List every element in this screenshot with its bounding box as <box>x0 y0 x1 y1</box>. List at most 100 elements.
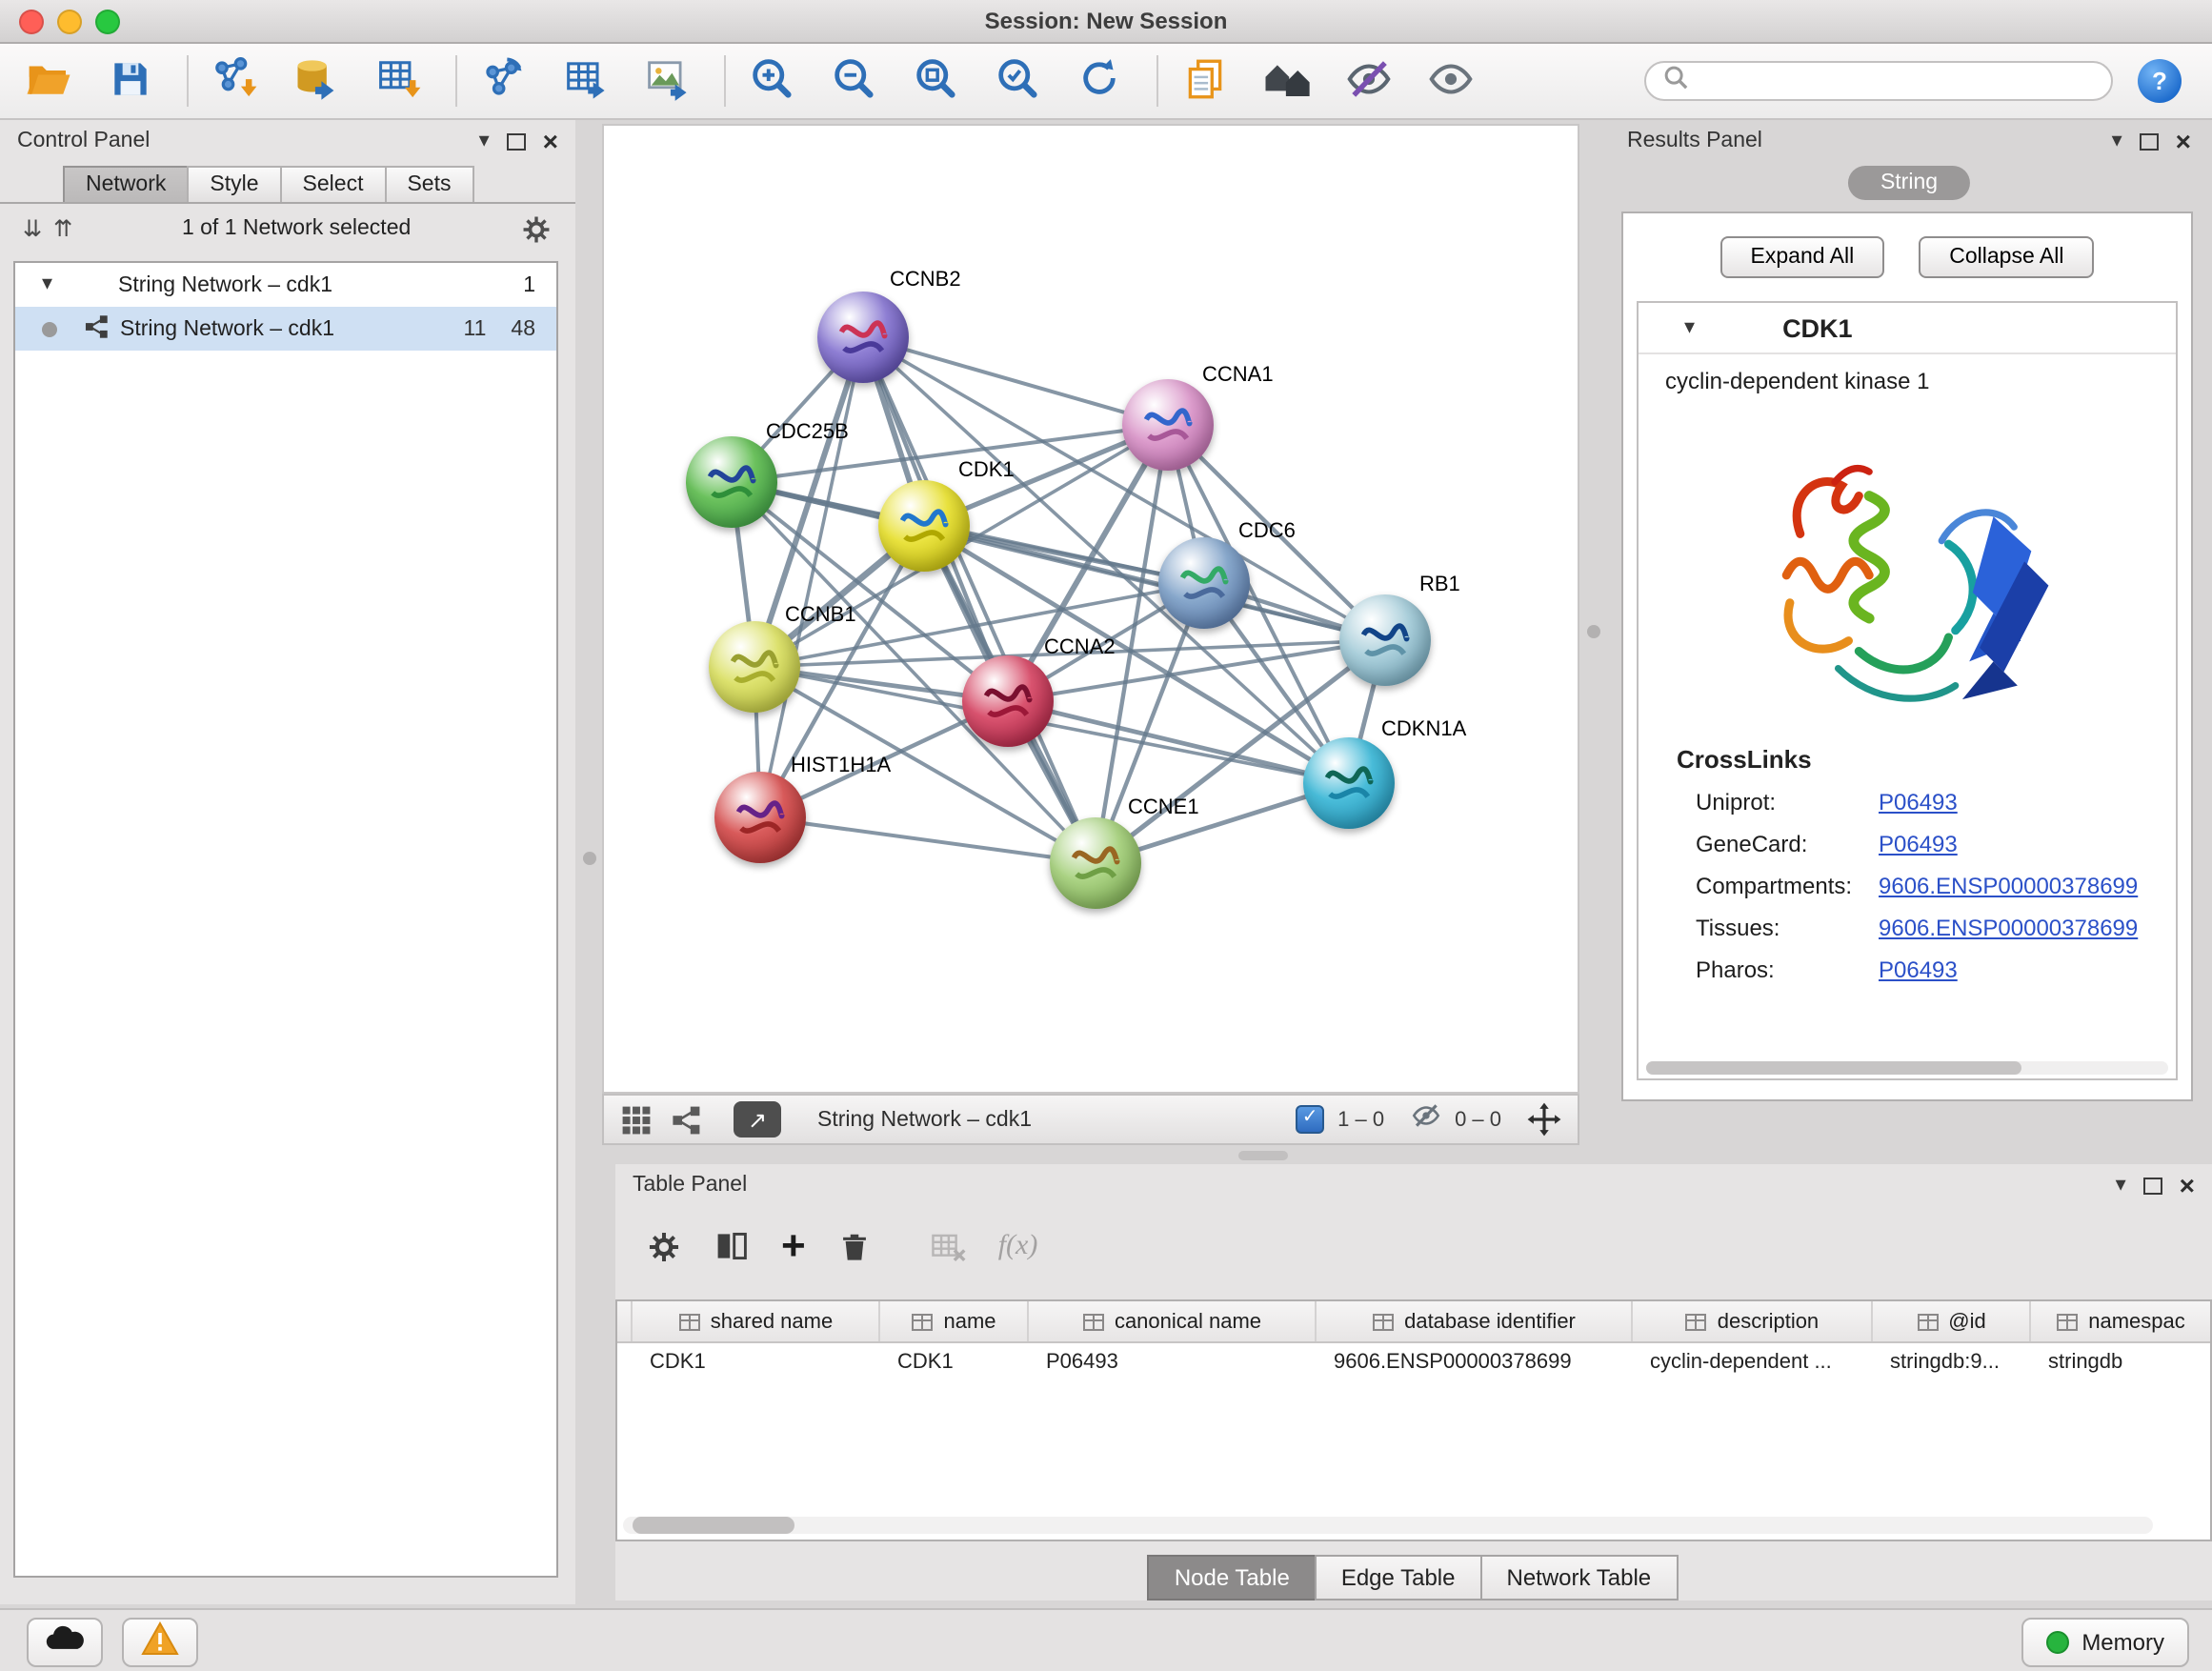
expand-all-button[interactable]: Expand All <box>1720 236 1885 278</box>
home-networks-button[interactable] <box>1257 52 1315 110</box>
table-cell[interactable]: stringdb <box>2029 1343 2210 1379</box>
column-header[interactable]: shared name <box>633 1301 880 1341</box>
section-expander-icon[interactable]: ▾ <box>1684 317 1695 338</box>
collapse-panel-icon[interactable]: ▾ <box>2112 131 2122 151</box>
copy-document-button[interactable] <box>1176 52 1233 110</box>
network-node-cdk1[interactable] <box>878 480 970 572</box>
memory-button[interactable]: Memory <box>2021 1618 2189 1667</box>
search-input[interactable] <box>1699 68 2094 94</box>
zoom-out-button[interactable] <box>825 52 882 110</box>
table-cell[interactable]: CDK1 <box>878 1343 1027 1379</box>
crosslink-link[interactable]: 9606.ENSP00000378699 <box>1879 873 2138 899</box>
table-cell[interactable]: cyclin-dependent ... <box>1631 1343 1871 1379</box>
network-canvas[interactable]: CCNB2CCNA1CDC25BCDK1CDC6RB1CCNB1CCNA2CDK… <box>602 124 1579 1094</box>
results-panel: Results Panel ▾ × String Expand All Coll… <box>1610 120 2208 1158</box>
import-table-button[interactable] <box>370 52 427 110</box>
column-header[interactable]: @id <box>1873 1301 2031 1341</box>
tab-string[interactable]: String <box>1848 166 1970 200</box>
column-header[interactable]: name <box>880 1301 1029 1341</box>
network-node-ccnb1[interactable] <box>709 621 800 713</box>
tab-sets[interactable]: Sets <box>384 166 473 202</box>
table-cell[interactable]: 9606.ENSP00000378699 <box>1315 1343 1631 1379</box>
results-horizontal-scrollbar[interactable] <box>1646 1061 2168 1075</box>
selected-checkbox-icon[interactable]: ✓ <box>1296 1105 1324 1134</box>
tab-edge-table[interactable]: Edge Table <box>1315 1555 1482 1601</box>
zoom-fit-button[interactable] <box>907 52 964 110</box>
tab-network[interactable]: Network <box>63 166 189 202</box>
minimize-window-button[interactable] <box>57 10 82 34</box>
close-panel-icon[interactable]: × <box>2176 128 2191 154</box>
crosslink-link[interactable]: P06493 <box>1879 956 1958 983</box>
network-overview-icon[interactable] <box>671 1104 701 1135</box>
table-options-gear-icon[interactable] <box>646 1228 682 1264</box>
crosslink-link[interactable]: 9606.ENSP00000378699 <box>1879 915 2138 941</box>
network-options-gear-icon[interactable] <box>520 212 553 245</box>
horizontal-splitter-handle[interactable] <box>1238 1151 1288 1160</box>
network-node-ccnb2[interactable] <box>817 292 909 383</box>
new-network-button[interactable] <box>474 52 532 110</box>
add-column-icon[interactable]: + <box>781 1225 806 1267</box>
open-session-button[interactable] <box>19 52 76 110</box>
zoom-selected-button[interactable] <box>989 52 1046 110</box>
expander-icon[interactable]: ▾ <box>42 274 65 295</box>
tab-node-table[interactable]: Node Table <box>1148 1555 1317 1601</box>
float-panel-icon[interactable] <box>507 132 526 150</box>
collapse-all-button[interactable]: Collapse All <box>1919 236 2094 278</box>
save-session-button[interactable] <box>101 52 158 110</box>
tab-style[interactable]: Style <box>187 166 281 202</box>
network-node-ccne1[interactable] <box>1050 817 1141 909</box>
table-cell[interactable]: CDK1 <box>631 1343 878 1379</box>
import-network-file-button[interactable] <box>206 52 263 110</box>
show-all-button[interactable] <box>1421 52 1478 110</box>
column-header[interactable]: canonical name <box>1029 1301 1317 1341</box>
crosslink-link[interactable]: P06493 <box>1879 789 1958 815</box>
expand-networks-icon[interactable]: ⇊ <box>23 215 42 242</box>
hide-selected-button[interactable] <box>1339 52 1397 110</box>
network-node-hist1h1a[interactable] <box>714 772 806 863</box>
table-cell[interactable]: P06493 <box>1027 1343 1315 1379</box>
collapse-panel-icon[interactable]: ▾ <box>2116 1175 2126 1196</box>
column-header[interactable]: database identifier <box>1317 1301 1633 1341</box>
export-network-image-button[interactable] <box>638 52 695 110</box>
close-panel-icon[interactable]: × <box>543 128 558 154</box>
network-collection-row[interactable]: ▾ String Network – cdk1 1 <box>15 263 556 307</box>
table-row[interactable]: CDK1 CDK1 P06493 9606.ENSP00000378699 cy… <box>617 1343 2210 1379</box>
zoom-window-button[interactable] <box>95 10 120 34</box>
cloud-button[interactable] <box>27 1618 103 1667</box>
collapse-networks-icon[interactable]: ⇈ <box>53 215 72 242</box>
vertical-splitter-handle[interactable] <box>1587 625 1600 638</box>
fit-content-icon[interactable] <box>1526 1101 1562 1137</box>
detach-view-button[interactable]: ↗ <box>734 1101 781 1137</box>
crosslink-row: Uniprot: P06493 <box>1696 789 2176 815</box>
table-cell[interactable]: stringdb:9... <box>1871 1343 2029 1379</box>
network-node-ccna2[interactable] <box>962 655 1054 747</box>
tab-select[interactable]: Select <box>280 166 387 202</box>
float-panel-icon[interactable] <box>2140 132 2159 150</box>
vertical-splitter-handle[interactable] <box>583 852 596 865</box>
tab-network-table[interactable]: Network Table <box>1480 1555 1679 1601</box>
column-header[interactable]: namespac <box>2031 1301 2210 1341</box>
column-header[interactable]: description <box>1633 1301 1873 1341</box>
zoom-in-button[interactable] <box>743 52 800 110</box>
delete-column-icon[interactable] <box>838 1230 871 1262</box>
crosslink-link[interactable]: P06493 <box>1879 831 1958 857</box>
network-node-ccna1[interactable] <box>1122 379 1214 471</box>
gene-section-header[interactable]: ▾ CDK1 <box>1639 303 2176 354</box>
new-table-button[interactable] <box>556 52 613 110</box>
network-node-cdc25b[interactable] <box>686 436 777 528</box>
float-panel-icon[interactable] <box>2143 1177 2162 1194</box>
network-node-rb1[interactable] <box>1339 594 1431 686</box>
collapse-panel-icon[interactable]: ▾ <box>479 131 490 151</box>
network-row[interactable]: String Network – cdk1 11 48 <box>15 307 556 351</box>
network-node-cdc6[interactable] <box>1158 537 1250 629</box>
refresh-view-button[interactable] <box>1071 52 1128 110</box>
show-columns-icon[interactable] <box>714 1229 749 1263</box>
warnings-button[interactable] <box>122 1618 198 1667</box>
help-button[interactable]: ? <box>2138 59 2182 103</box>
table-horizontal-scrollbar[interactable] <box>623 1517 2152 1534</box>
close-panel-icon[interactable]: × <box>2180 1172 2195 1198</box>
birds-eye-view-icon[interactable] <box>619 1102 654 1137</box>
close-window-button[interactable] <box>19 10 44 34</box>
import-network-database-button[interactable] <box>288 52 345 110</box>
network-node-cdkn1a[interactable] <box>1303 737 1395 829</box>
